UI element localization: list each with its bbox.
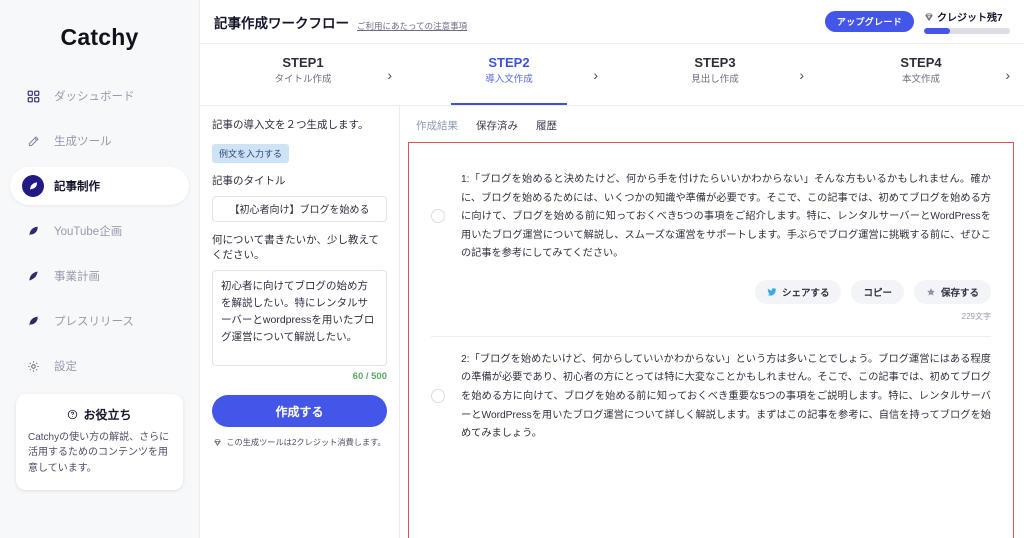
step-number: STEP4	[900, 55, 942, 71]
sidebar-item-label: ダッシュボード	[54, 91, 135, 103]
helper-card[interactable]: お役立ち Catchyの使い方の解説、さらに活用するためのコンテンツを用意してい…	[16, 393, 183, 490]
tab-history[interactable]: 履歴	[536, 118, 557, 133]
sidebar-item-generation-tools[interactable]: 生成ツール	[10, 122, 189, 160]
tab-saved[interactable]: 保存済み	[476, 118, 518, 133]
question-circle-icon	[67, 409, 78, 420]
helper-card-title: お役立ち	[83, 407, 132, 422]
page-title: 記事作成ワークフロー	[214, 15, 349, 31]
chevron-right-icon: ›	[387, 66, 392, 83]
insert-example-button[interactable]: 例文を入力する	[212, 143, 290, 163]
article-title-input[interactable]: 【初心者向け】ブログを始める	[212, 195, 387, 222]
save-button-label: 保存する	[940, 287, 979, 299]
character-counter: 60 / 500	[352, 371, 387, 382]
result-actions: シェアする コピー 保存する	[461, 279, 991, 304]
sidebar-item-label: 事業計画	[54, 271, 100, 283]
gear-icon	[22, 360, 44, 373]
step-4[interactable]: STEP4 本文作成 ›	[818, 44, 1024, 105]
credit-meter[interactable]: クレジット残7	[924, 9, 1010, 34]
credit-label-row: クレジット残7	[924, 9, 1010, 24]
sidebar-item-label: 設定	[54, 361, 77, 373]
sidebar-item-label: 生成ツール	[54, 136, 112, 148]
result-body: 1:「ブログを始めると決めたけど、何から手を付けたらいいかわからない」そんな方も…	[461, 171, 991, 322]
sidebar-nav: ダッシュボード 生成ツール 記事制作 YouTube企画 事業計画 プレスリリー…	[0, 77, 199, 385]
credit-consumption-note: この生成ツールは2クレジット消費します。	[212, 436, 387, 448]
step-number: STEP1	[282, 55, 324, 71]
step-1[interactable]: STEP1 タイトル作成 ›	[200, 44, 406, 105]
diamond-icon	[924, 12, 934, 22]
sidebar: Catchy ダッシュボード 生成ツール 記事制作 YouTube企画 事業計画…	[0, 0, 200, 538]
result-select-radio[interactable]	[431, 209, 445, 223]
result-char-count: 229文字	[961, 311, 991, 321]
step-number: STEP2	[488, 55, 530, 71]
helper-card-title-row: お役立ち	[28, 406, 171, 423]
description-textarea[interactable]: 初心者に向けてブログの始め方を解説したい。特にレンタルサーバーとwordpres…	[212, 270, 387, 366]
step-2[interactable]: STEP2 導入文作成 ›	[406, 44, 612, 106]
result-item[interactable]: 2:「ブログを始めたいけど、何からしていいかわからない」という方は多いことでしょ…	[409, 337, 1013, 444]
result-select-radio[interactable]	[431, 388, 445, 403]
chevron-right-icon: ›	[593, 66, 598, 83]
star-icon	[926, 287, 936, 297]
step-name: 本文作成	[901, 73, 940, 85]
step-name: 見出し作成	[691, 73, 739, 85]
topbar: 記事作成ワークフロー ご利用にあたっての注意事項 アップグレード クレジット残7	[200, 0, 1024, 44]
feather-icon	[22, 175, 44, 197]
brand-logo: Catchy	[60, 24, 139, 50]
sidebar-item-label: YouTube企画	[54, 226, 123, 238]
generation-form: 記事の導入文を２つ生成します。 例文を入力する 記事のタイトル 【初心者向け】ブ…	[200, 106, 400, 538]
step-nav: STEP1 タイトル作成 › STEP2 導入文作成 › STEP3 見出し作成…	[200, 44, 1024, 106]
sidebar-item-settings[interactable]: 設定	[10, 347, 189, 385]
sidebar-item-business-plan[interactable]: 事業計画	[10, 257, 189, 295]
tab-results[interactable]: 作成結果	[416, 118, 458, 133]
results-list: 1:「ブログを始めると決めたけど、何から手を付けたらいいかわからない」そんな方も…	[409, 143, 1013, 538]
sidebar-item-label: 記事制作	[54, 181, 100, 193]
results-panel: 作成結果 保存済み 履歴 1:「ブログを始めると決めたけど、何から手を付けたらい…	[400, 106, 1024, 538]
content-area: 記事の導入文を２つ生成します。 例文を入力する 記事のタイトル 【初心者向け】ブ…	[200, 106, 1024, 538]
upgrade-button[interactable]: アップグレード	[824, 11, 914, 32]
sidebar-item-press-release[interactable]: プレスリリース	[10, 302, 189, 340]
feather-icon	[22, 270, 44, 283]
sidebar-item-dashboard[interactable]: ダッシュボード	[10, 77, 189, 115]
result-item[interactable]: 1:「ブログを始めると決めたけど、何から手を付けたらいいかわからない」そんな方も…	[409, 157, 1013, 322]
sidebar-item-label: プレスリリース	[54, 316, 134, 328]
sidebar-item-article-production[interactable]: 記事制作	[10, 167, 189, 205]
grid-icon	[22, 90, 44, 103]
copy-button[interactable]: コピー	[851, 279, 904, 304]
form-lead-text: 記事の導入文を２つ生成します。	[212, 119, 369, 131]
notice-link[interactable]: ご利用にあたっての注意事項	[357, 20, 467, 32]
copy-button-label: コピー	[863, 287, 892, 299]
step-name: タイトル作成	[274, 73, 332, 85]
topbar-right: アップグレード クレジット残7	[824, 9, 1010, 34]
results-tabs: 作成結果 保存済み 履歴	[400, 106, 1024, 142]
credit-progress-bar	[924, 28, 1010, 34]
share-button[interactable]: シェアする	[754, 279, 842, 304]
title-field-label: 記事のタイトル	[212, 174, 286, 187]
chevron-right-icon: ›	[799, 66, 804, 83]
credit-label: クレジット残7	[937, 13, 1003, 24]
share-button-label: シェアする	[781, 287, 830, 299]
credit-note-text: この生成ツールは2クレジット消費します。	[226, 438, 386, 447]
step-number: STEP3	[694, 55, 736, 71]
step-3[interactable]: STEP3 見出し作成 ›	[612, 44, 818, 105]
main-area: 記事作成ワークフロー ご利用にあたっての注意事項 アップグレード クレジット残7	[200, 0, 1024, 538]
create-button[interactable]: 作成する	[212, 395, 387, 427]
step-name: 導入文作成	[485, 73, 533, 85]
sidebar-item-youtube[interactable]: YouTube企画	[10, 212, 189, 250]
app-root: Catchy ダッシュボード 生成ツール 記事制作 YouTube企画 事業計画…	[0, 0, 1024, 538]
feather-icon	[22, 315, 44, 328]
twitter-icon	[767, 287, 777, 297]
magic-pen-icon	[22, 135, 44, 148]
result-text: 2:「ブログを始めたいけど、何からしていいかわからない」という方は多いことでしょ…	[461, 353, 991, 440]
helper-card-body: Catchyの使い方の解説、さらに活用するためのコンテンツを用意しています。	[28, 431, 170, 474]
result-body: 2:「ブログを始めたいけど、何からしていいかわからない」という方は多いことでしょ…	[461, 351, 991, 444]
chevron-right-icon: ›	[1005, 66, 1010, 83]
diamond-icon	[213, 438, 222, 447]
result-text: 1:「ブログを始めると決めたけど、何から手を付けたらいいかわからない」そんな方も…	[461, 174, 991, 260]
feather-icon	[22, 225, 44, 238]
save-button[interactable]: 保存する	[913, 279, 991, 304]
description-field-label: 何について書きたいか、少し教えてください。	[212, 233, 379, 262]
